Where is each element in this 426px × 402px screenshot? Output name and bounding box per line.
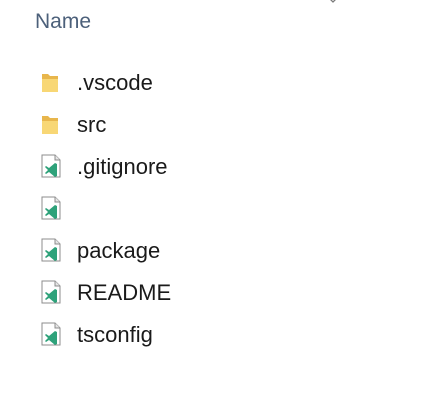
list-item-tsconfig[interactable]: tsconfig [0,314,426,356]
file-list: .vscode src .gitignore package README ts… [0,62,426,356]
folder-icon [42,74,58,92]
sort-ascending-icon [330,0,336,3]
vscode-file-icon [41,196,61,220]
vscode-file-icon [41,322,61,346]
vscode-file-icon [41,238,61,262]
item-name: .vscode [77,70,153,95]
item-name: tsconfig [77,322,153,347]
list-item-unnamed-file[interactable] [0,188,426,230]
item-name: package [77,238,161,263]
vscode-file-icon [41,280,61,304]
list-item-vscode-folder[interactable]: .vscode [0,62,426,104]
name-column-header[interactable]: Name [35,10,91,34]
folder-icon [42,116,58,134]
list-item-gitignore[interactable]: .gitignore [0,146,426,188]
list-item-src-folder[interactable]: src [0,104,426,146]
item-name: src [77,112,107,137]
list-item-readme[interactable]: README [0,272,426,314]
list-item-package[interactable]: package [0,230,426,272]
file-explorer-pane: Name .vscode src .gitignore package READ… [0,0,426,402]
vscode-file-icon [41,154,61,178]
item-name: README [77,280,172,305]
item-name: .gitignore [77,154,168,179]
